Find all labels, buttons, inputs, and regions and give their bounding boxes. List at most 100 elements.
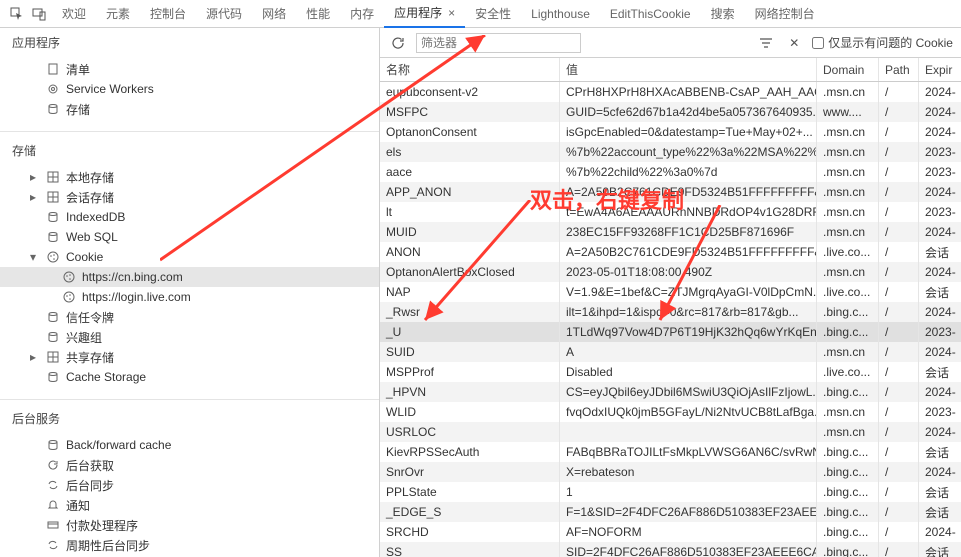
tab-0[interactable]: 欢迎 — [52, 0, 96, 28]
table-row[interactable]: MSFPCGUID=5cfe62d67b1a42d4be5a0573676409… — [380, 102, 961, 122]
table-row[interactable]: els%7b%22account_type%22%3a%22MSA%22%...… — [380, 142, 961, 162]
cell-name: OptanonAlertBoxClosed — [380, 262, 560, 282]
sidebar-item[interactable]: ▸共享存储 — [0, 347, 379, 367]
grid-icon — [46, 170, 60, 184]
clear-button[interactable]: ✕ — [784, 33, 804, 53]
sidebar-item[interactable]: 清单 — [0, 59, 379, 79]
sidebar-item[interactable]: 后台获取 — [0, 455, 379, 475]
table-row[interactable]: SnrOvrX=rebateson.bing.c.../2024- — [380, 462, 961, 482]
col-expires-header[interactable]: Expir — [919, 58, 961, 81]
table-row[interactable]: OptanonConsentisGpcEnabled=0&datestamp=T… — [380, 122, 961, 142]
cell-exp: 2024- — [919, 302, 961, 322]
db-icon — [46, 230, 60, 244]
sidebar-item-label: 后台同步 — [66, 477, 114, 494]
tab-9[interactable]: Lighthouse — [521, 0, 600, 28]
sidebar-item[interactable]: ▸会话存储 — [0, 187, 379, 207]
table-row[interactable]: WLIDfvqOdxIUQk0jmB5GFayL/Ni2NtvUCB8tLafB… — [380, 402, 961, 422]
cell-exp: 2023- — [919, 322, 961, 342]
cell-exp: 会话 — [919, 242, 961, 262]
sync-icon — [46, 538, 60, 552]
table-row[interactable]: ltt=EwA4A6AEAAAURnNNBDRdOP4v1G28DRF5Ao6y… — [380, 202, 961, 222]
sidebar-item[interactable]: ▾Cookie — [0, 247, 379, 267]
cell-path: / — [879, 102, 919, 122]
tab-label: 控制台 — [150, 5, 186, 22]
tab-10[interactable]: EditThisCookie — [600, 0, 701, 28]
table-row[interactable]: NAPV=1.9&E=1bef&C=ZTJMgrqAyaGI-V0lDpCmN.… — [380, 282, 961, 302]
close-icon[interactable]: × — [448, 6, 455, 20]
sync-icon — [46, 478, 60, 492]
sidebar-item-label: 清单 — [66, 61, 90, 78]
table-row[interactable]: KievRPSSecAuthFABqBBRaTOJILtFsMkpLVWSG6A… — [380, 442, 961, 462]
filter-options-icon[interactable] — [756, 33, 776, 53]
sidebar-item[interactable]: https://login.live.com — [0, 287, 379, 307]
table-row[interactable]: _EDGE_SF=1&SID=2F4DFC26AF886D510383EF23A… — [380, 502, 961, 522]
col-path-header[interactable]: Path — [879, 58, 919, 81]
tab-2[interactable]: 控制台 — [140, 0, 196, 28]
cell-exp: 2024- — [919, 522, 961, 542]
sidebar-item[interactable]: Web SQL — [0, 227, 379, 247]
cell-path: / — [879, 462, 919, 482]
cell-domain: .msn.cn — [817, 422, 879, 442]
col-domain-header[interactable]: Domain — [817, 58, 879, 81]
table-row[interactable]: SRCHDAF=NOFORM.bing.c.../2024- — [380, 522, 961, 542]
sidebar-group-title: 后台服务 — [0, 404, 379, 433]
sidebar-item[interactable]: 通知 — [0, 495, 379, 515]
sidebar-item[interactable]: 信任令牌 — [0, 307, 379, 327]
table-row[interactable]: SSSID=2F4DFC26AF886D510383EF23AEEE6CA...… — [380, 542, 961, 557]
cell-domain: .bing.c... — [817, 482, 879, 502]
tab-11[interactable]: 搜索 — [701, 0, 745, 28]
col-value-header[interactable]: 值 — [560, 58, 817, 81]
table-row[interactable]: SUIDA.msn.cn/2024- — [380, 342, 961, 362]
table-row[interactable]: MUID238EC15FF93268FF1C1CD25BF871696F.msn… — [380, 222, 961, 242]
only-issues-input[interactable] — [812, 37, 824, 49]
cell-domain: .bing.c... — [817, 322, 879, 342]
table-row[interactable]: aace%7b%22child%22%3a0%7d.msn.cn/2023- — [380, 162, 961, 182]
cookie-panel: ✕ 仅显示有问题的 Cookie 名称 值 Domain Path Expir … — [380, 28, 961, 557]
sidebar-item[interactable]: https://cn.bing.com — [0, 267, 379, 287]
table-row[interactable]: OptanonAlertBoxClosed2023-05-01T18:08:00… — [380, 262, 961, 282]
sidebar-item[interactable]: Service Workers — [0, 79, 379, 99]
sidebar-item[interactable]: Cache Storage — [0, 367, 379, 387]
table-row[interactable]: _Rwsrilt=1&ihpd=1&ispd=0&rc=817&rb=817&g… — [380, 302, 961, 322]
cell-path: / — [879, 362, 919, 382]
tab-7[interactable]: 应用程序× — [384, 0, 465, 28]
table-row[interactable]: USRLOC.msn.cn/2024- — [380, 422, 961, 442]
sidebar-item[interactable]: ▸本地存储 — [0, 167, 379, 187]
table-row[interactable]: APP_ANONA=2A50B2C761CDE9FD5324B51FFFFFFF… — [380, 182, 961, 202]
tab-12[interactable]: 网络控制台 — [745, 0, 825, 28]
sidebar-item[interactable]: 存储 — [0, 99, 379, 119]
sidebar-item[interactable]: 付款处理程序 — [0, 515, 379, 535]
filter-input[interactable] — [416, 33, 581, 53]
cell-name: SRCHD — [380, 522, 560, 542]
twisty-icon: ▸ — [30, 350, 40, 364]
tab-8[interactable]: 安全性 — [465, 0, 521, 28]
tab-5[interactable]: 性能 — [296, 0, 340, 28]
tab-6[interactable]: 内存 — [340, 0, 384, 28]
cell-value: V=1.9&E=1bef&C=ZTJMgrqAyaGI-V0lDpCmN... — [560, 282, 817, 302]
sidebar-item[interactable]: 后台同步 — [0, 475, 379, 495]
table-row[interactable]: _U1TLdWq97Vow4D7P6T19HjK32hQq6wYrKqEn...… — [380, 322, 961, 342]
sidebar-item-label: IndexedDB — [66, 210, 125, 224]
tab-3[interactable]: 源代码 — [196, 0, 252, 28]
col-name-header[interactable]: 名称 — [380, 58, 560, 81]
sidebar-item[interactable]: 周期性后台同步 — [0, 535, 379, 555]
tab-1[interactable]: 元素 — [96, 0, 140, 28]
cell-domain: www.... — [817, 102, 879, 122]
refresh-button[interactable] — [388, 33, 408, 53]
cell-name: SnrOvr — [380, 462, 560, 482]
only-issues-checkbox[interactable]: 仅显示有问题的 Cookie — [812, 34, 953, 51]
table-row[interactable]: _HPVNCS=eyJQbil6eyJDbil6MSwiU3QiOjAsIlFz… — [380, 382, 961, 402]
table-row[interactable]: eupubconsent-v2CPrH8HXPrH8HXAcABBENB-CsA… — [380, 82, 961, 102]
table-row[interactable]: ANONA=2A50B2C761CDE9FD5324B51FFFFFFFFF&.… — [380, 242, 961, 262]
inspect-icon[interactable] — [8, 5, 26, 23]
cell-exp: 会话 — [919, 362, 961, 382]
sidebar-item-label: Cache Storage — [66, 370, 146, 384]
table-row[interactable]: PPLState1.bing.c.../会话 — [380, 482, 961, 502]
tab-4[interactable]: 网络 — [252, 0, 296, 28]
table-row[interactable]: MSPProfDisabled.live.co.../会话 — [380, 362, 961, 382]
sidebar-item[interactable]: 兴趣组 — [0, 327, 379, 347]
cell-exp: 2024- — [919, 222, 961, 242]
sidebar-item[interactable]: Back/forward cache — [0, 435, 379, 455]
device-icon[interactable] — [30, 5, 48, 23]
sidebar-item[interactable]: IndexedDB — [0, 207, 379, 227]
